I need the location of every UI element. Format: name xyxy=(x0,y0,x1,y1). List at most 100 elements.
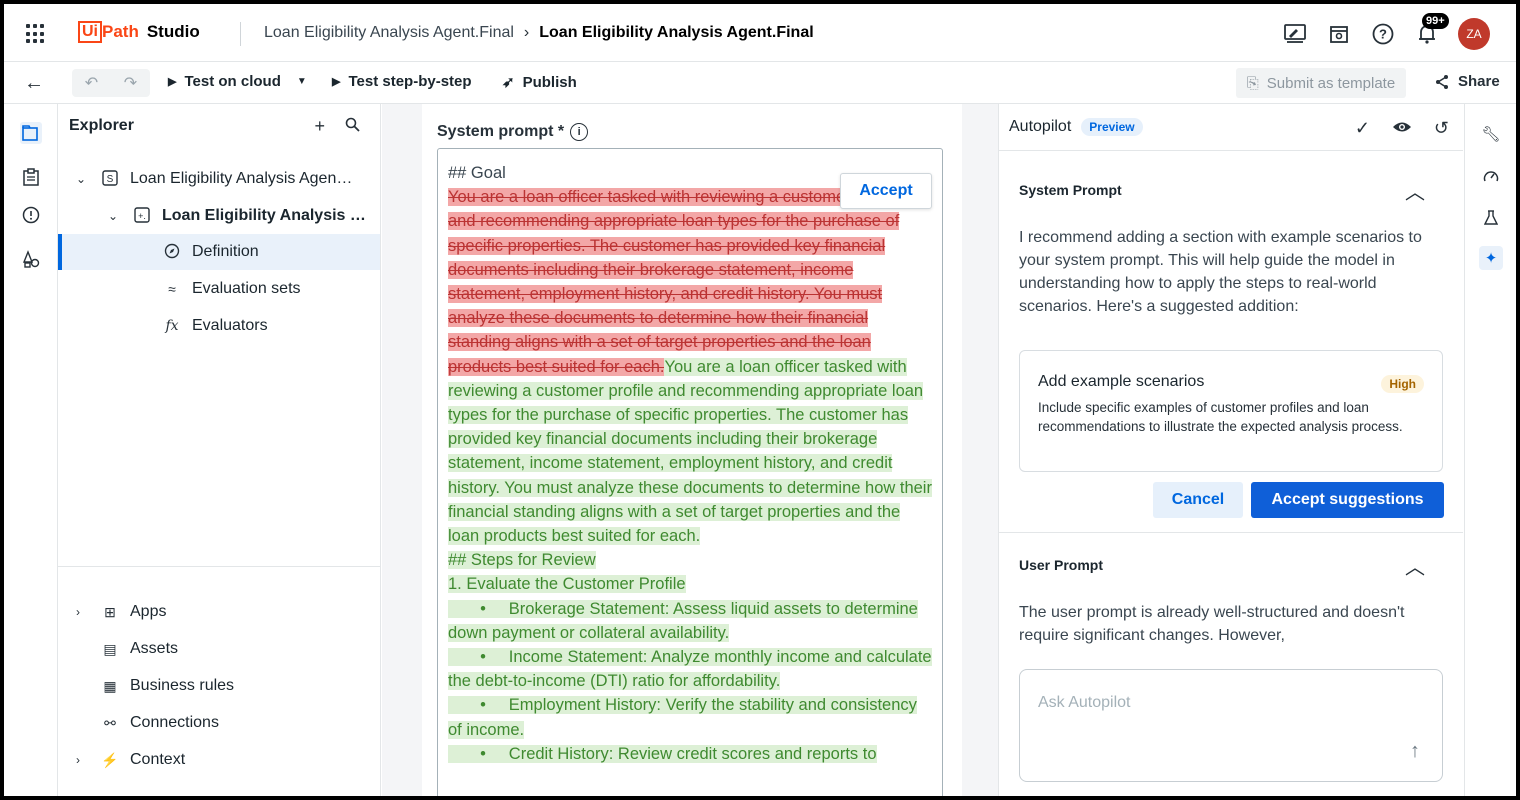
accept-button[interactable]: Accept xyxy=(840,173,932,209)
add-icon[interactable]: + xyxy=(314,116,325,137)
explorer-title: Explorer xyxy=(69,117,134,134)
svg-text:S: S xyxy=(107,174,114,185)
feedback-icon[interactable] xyxy=(1282,21,1308,47)
dropdown-caret-icon[interactable]: ▼ xyxy=(297,76,307,87)
info-icon[interactable]: i xyxy=(570,123,589,141)
test-on-cloud-button[interactable]: ▶ Test on cloud ▼ xyxy=(168,73,307,90)
back-arrow-icon[interactable]: ← xyxy=(24,72,44,95)
tree-item-connections[interactable]: ⚯ Connections xyxy=(58,705,380,741)
breadcrumb: Loan Eligibility Analysis Agent.Final › … xyxy=(264,24,814,42)
ask-autopilot-input[interactable]: Ask Autopilot ↑ xyxy=(1019,669,1443,782)
user-prompt-section-heading: User Prompt xyxy=(1019,557,1104,573)
system-prompt-editor[interactable]: ## Goal You are a loan officer tasked wi… xyxy=(437,148,943,796)
top-bar: Ui Path Studio Loan Eligibility Analysis… xyxy=(4,4,1516,62)
tree-item-context[interactable]: › ⚡ Context xyxy=(58,742,380,778)
chevron-right-icon[interactable]: › xyxy=(76,605,90,619)
preview-badge: Preview xyxy=(1081,118,1143,136)
check-icon[interactable]: ✓ xyxy=(1355,118,1370,139)
tree-item-apps[interactable]: › ⊞ Apps xyxy=(58,594,380,630)
bullet-item: Credit History: Review credit scores and… xyxy=(508,744,877,763)
svg-text:+.: +. xyxy=(138,211,146,221)
connections-icon: ⚯ xyxy=(104,714,116,731)
assets-icon: ▤ xyxy=(103,640,117,657)
chevron-right-icon[interactable]: › xyxy=(76,753,90,767)
suggestion-title: Add example scenarios xyxy=(1038,373,1205,390)
svg-text:?: ? xyxy=(1379,27,1387,42)
breadcrumb-current: Loan Eligibility Analysis Agent.Final xyxy=(539,24,814,41)
tree-item-label: Connections xyxy=(130,714,219,731)
tree-item-definition[interactable]: Definition xyxy=(58,234,380,270)
right-activity-rail: 🔧︎ ✦ xyxy=(1464,104,1516,796)
tree-item-agent[interactable]: ⌄ +. Loan Eligibility Analysis … xyxy=(58,198,380,234)
tree-item-solution[interactable]: ⌄ S Loan Eligibility Analysis Agen… xyxy=(58,161,380,197)
redo-icon[interactable]: ↷ xyxy=(124,73,137,93)
suggestion-card: Add example scenarios High Include speci… xyxy=(1019,350,1443,472)
share-button[interactable]: Share xyxy=(1434,73,1500,90)
explorer-panel: Explorer + ⌄ S Loan Eligibility Analysis… xyxy=(58,104,381,796)
autopilot-sparkle-icon[interactable]: ✦ xyxy=(1479,246,1503,270)
tree-item-evaluators[interactable]: fx Evaluators xyxy=(58,308,380,344)
autopilot-title: Autopilot xyxy=(1009,118,1072,135)
tree-item-business-rules[interactable]: ▦ Business rules xyxy=(58,668,380,704)
autopilot-actions: ✓ ↺ xyxy=(1355,118,1449,139)
left-activity-rail xyxy=(4,104,58,796)
system-prompt-section-heading: System Prompt xyxy=(1019,182,1122,198)
breadcrumb-project[interactable]: Loan Eligibility Analysis Agent.Final xyxy=(264,24,514,42)
deleted-text: You are a loan officer tasked with revie… xyxy=(448,188,901,376)
learning-icon[interactable] xyxy=(1326,21,1352,47)
help-icon[interactable]: ? xyxy=(1370,21,1396,47)
history-icon[interactable]: ↺ xyxy=(1434,118,1449,139)
diff-content[interactable]: ## Goal You are a loan officer tasked wi… xyxy=(448,161,932,766)
wrench-icon[interactable]: 🔧︎ xyxy=(1479,122,1503,146)
share-label: Share xyxy=(1458,73,1500,90)
app-launcher-icon[interactable] xyxy=(26,24,46,44)
submit-as-template-button[interactable]: ⎘ Submit as template xyxy=(1236,68,1406,98)
tree-item-label: Business rules xyxy=(130,677,235,694)
chevron-down-icon[interactable]: ⌄ xyxy=(76,172,90,186)
publish-button[interactable]: ➶ Publish xyxy=(502,73,577,92)
steps-heading: ## Steps for Review xyxy=(448,551,596,570)
priority-badge: High xyxy=(1381,375,1424,393)
avatar[interactable]: ZA xyxy=(1458,18,1490,50)
share-icon xyxy=(1436,74,1448,89)
clipboard-icon[interactable] xyxy=(20,166,42,188)
explorer-icon[interactable] xyxy=(20,122,42,144)
notifications-badge: 99+ xyxy=(1422,13,1449,29)
send-arrow-icon[interactable]: ↑ xyxy=(1410,740,1420,763)
play-icon: ▶ xyxy=(168,76,177,88)
cancel-button[interactable]: Cancel xyxy=(1153,482,1243,518)
tree-item-label: Context xyxy=(130,751,186,768)
function-icon: fx xyxy=(165,318,179,334)
system-prompt-label: System prompt * i xyxy=(437,123,589,141)
test-step-by-step-button[interactable]: ▶ Test step-by-step xyxy=(332,73,472,90)
context-icon: ⚡ xyxy=(101,751,119,768)
step-1: 1. Evaluate the Customer Profile xyxy=(448,575,686,594)
added-text: You are a loan officer tasked with revie… xyxy=(448,357,932,546)
undo-icon[interactable]: ↶ xyxy=(85,73,98,93)
eye-icon[interactable] xyxy=(1392,118,1412,139)
chevron-down-icon[interactable]: ⌄ xyxy=(108,209,122,223)
gauge-icon[interactable] xyxy=(1479,164,1503,188)
chevron-up-icon[interactable]: ︿ xyxy=(1405,551,1425,580)
flask-icon[interactable] xyxy=(1479,206,1503,230)
evaluation-icon: ≈ xyxy=(168,281,176,297)
bullet-marker: • xyxy=(448,696,509,715)
tree-item-label: Evaluation sets xyxy=(192,280,301,297)
notifications-icon[interactable]: 99+ xyxy=(1414,13,1449,47)
chevron-up-icon[interactable]: ︿ xyxy=(1405,176,1425,205)
search-icon[interactable] xyxy=(345,116,360,137)
tree-item-label: Evaluators xyxy=(192,317,268,334)
info-alert-icon[interactable] xyxy=(20,204,42,226)
divider xyxy=(240,22,241,46)
publish-label: Publish xyxy=(522,73,577,91)
tree-item-assets[interactable]: ▤ Assets xyxy=(58,631,380,667)
resources-icon[interactable] xyxy=(20,248,42,270)
uipath-logo[interactable]: Ui Path Studio xyxy=(78,21,200,43)
system-prompt-label-text: System prompt * xyxy=(437,123,565,140)
accept-suggestions-button[interactable]: Accept suggestions xyxy=(1251,482,1444,518)
explorer-actions: + xyxy=(314,116,360,137)
explorer-divider xyxy=(58,566,380,567)
tree-item-evaluation-sets[interactable]: ≈ Evaluation sets xyxy=(58,271,380,307)
user-prompt-recommendation: The user prompt is already well-structur… xyxy=(1019,604,1405,644)
bullet-marker: • xyxy=(448,599,509,618)
